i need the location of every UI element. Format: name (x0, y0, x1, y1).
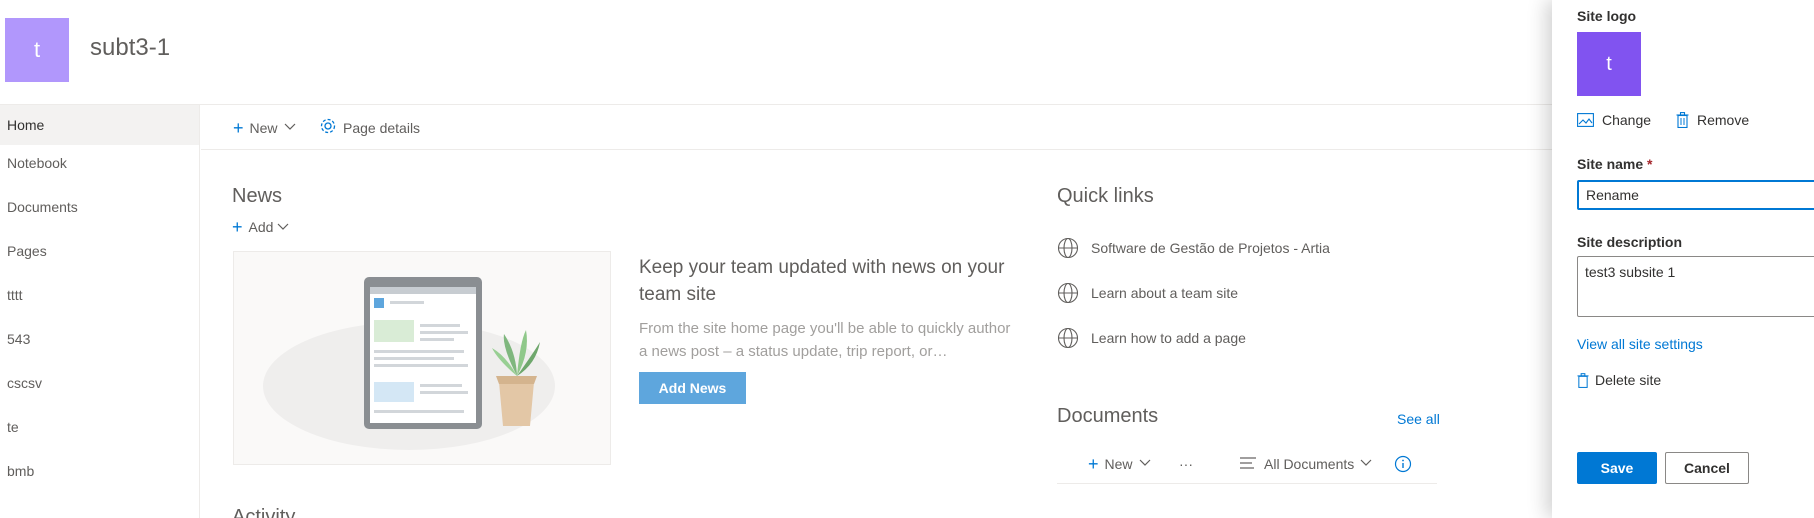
page-details-label: Page details (343, 119, 421, 136)
site-title[interactable]: subt3-1 (90, 34, 170, 62)
nav-item-tttt[interactable]: tttt (0, 275, 199, 315)
new-button[interactable]: + New (233, 105, 296, 150)
site-description-label: Site description (1577, 234, 1683, 250)
delete-site-label: Delete site (1595, 372, 1662, 388)
plus-icon: + (233, 117, 244, 138)
change-logo-button[interactable]: Change (1577, 110, 1651, 130)
nav-item-home[interactable]: Home (0, 105, 199, 145)
trash-icon (1676, 112, 1689, 128)
site-name-label: Site name * (1577, 156, 1652, 172)
site-header: t subt3-1 (0, 0, 1552, 104)
trash-icon (1577, 372, 1589, 388)
nav-item-pages[interactable]: Pages (0, 231, 199, 271)
chevron-down-icon (284, 122, 296, 134)
news-add-button[interactable]: + Add (232, 218, 289, 236)
quick-link-label: Learn how to add a page (1091, 330, 1246, 346)
remove-logo-label: Remove (1697, 112, 1750, 128)
news-title: News (232, 185, 283, 207)
panel-site-logo-letter: t (1606, 52, 1612, 75)
delete-site-button[interactable]: Delete site (1577, 372, 1661, 388)
panel-site-logo: t (1577, 32, 1641, 96)
documents-see-all-link[interactable]: See all (1397, 411, 1440, 427)
nav-item-documents[interactable]: Documents (0, 187, 199, 227)
gear-icon (319, 117, 337, 138)
image-icon (1577, 113, 1594, 127)
chevron-down-icon (1139, 458, 1151, 470)
chevron-down-icon (278, 223, 289, 230)
save-button[interactable]: Save (1577, 452, 1657, 484)
chevron-down-icon (1360, 458, 1372, 470)
globe-icon (1057, 327, 1079, 349)
add-news-button[interactable]: Add News (639, 372, 746, 404)
view-all-site-settings-link[interactable]: View all site settings (1577, 336, 1703, 352)
nav-item-543[interactable]: 543 (0, 319, 199, 359)
documents-title: Documents (1057, 405, 1159, 427)
view-selector[interactable]: All Documents (1240, 444, 1372, 484)
nav-item-bmb[interactable]: bmb (0, 451, 199, 491)
site-logo-label: Site logo (1577, 8, 1637, 24)
site-logo-letter: t (33, 37, 41, 62)
info-icon[interactable] (1394, 444, 1412, 484)
cancel-button[interactable]: Cancel (1665, 452, 1749, 484)
quick-link-label: Learn about a team site (1091, 285, 1239, 301)
nav-item-te[interactable]: te (0, 407, 199, 447)
command-bar: + New Page details (201, 105, 1552, 150)
quick-link-item[interactable]: Software de Gestão de Projetos - Artia (1057, 235, 1330, 261)
more-options-button[interactable]: ··· (1179, 444, 1193, 484)
news-add-label: Add (248, 219, 274, 235)
left-nav: Home Notebook Documents Pages tttt 543 c… (0, 105, 200, 518)
site-name-input[interactable] (1577, 180, 1814, 210)
quick-link-item[interactable]: Learn about a team site (1057, 280, 1238, 306)
activity-title: Activity (232, 506, 296, 518)
required-mark: * (1647, 156, 1653, 172)
quick-links-title: Quick links (1057, 185, 1154, 207)
documents-command-bar: + New ··· All Documents (1057, 444, 1437, 484)
quick-link-label: Software de Gestão de Projetos - Artia (1091, 240, 1330, 256)
page: t subt3-1 Home Notebook Documents Pages … (0, 0, 1814, 518)
globe-icon (1057, 237, 1079, 259)
view-selector-label: All Documents (1264, 456, 1355, 472)
quick-link-item[interactable]: Learn how to add a page (1057, 325, 1246, 351)
news-body: From the site home page you'll be able t… (639, 320, 1011, 360)
globe-icon (1057, 282, 1079, 304)
remove-logo-button[interactable]: Remove (1676, 110, 1749, 130)
page-details-button[interactable]: Page details (319, 105, 420, 150)
site-settings-panel: Site logo t Change Remove Site name * Si… (1552, 0, 1814, 518)
documents-new-label: New (1104, 456, 1133, 472)
nav-item-cscsv[interactable]: cscsv (0, 363, 199, 403)
new-label: New (249, 119, 278, 136)
change-logo-label: Change (1602, 112, 1652, 128)
site-name-label-text: Site name (1577, 156, 1644, 172)
list-view-icon (1240, 456, 1256, 472)
news-headline: Keep your team updated with news on your… (639, 257, 1005, 305)
nav-item-notebook[interactable]: Notebook (0, 143, 199, 183)
documents-new-button[interactable]: + New (1088, 444, 1151, 484)
news-illustration (233, 251, 611, 465)
site-logo[interactable]: t (5, 18, 69, 82)
plus-icon: + (1088, 454, 1099, 474)
plus-icon: + (232, 217, 243, 237)
site-description-field[interactable]: test3 subsite 1 (1577, 256, 1814, 317)
